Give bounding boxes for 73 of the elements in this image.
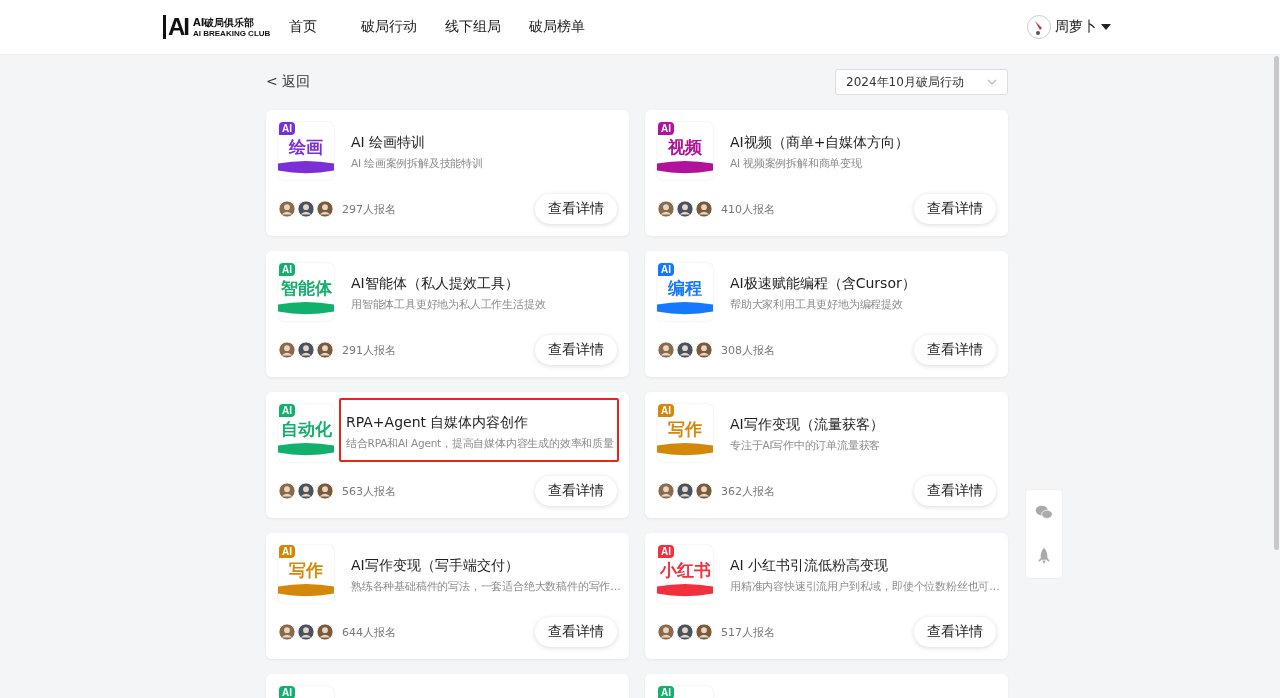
details-button[interactable]: 查看详情 <box>535 335 617 365</box>
details-button[interactable]: 查看详情 <box>535 194 617 224</box>
ai-badge: AI <box>279 263 295 276</box>
details-button[interactable]: 查看详情 <box>914 476 996 506</box>
signup-count: 362人报名 <box>721 483 775 499</box>
signup-count: 410人报名 <box>721 201 775 217</box>
logo-mark: AI <box>163 15 188 39</box>
cover-word: 编程 <box>668 277 702 299</box>
course-description: 熟练各种基础稿件的写法，一套适合绝大数稿件的写作… <box>351 580 621 594</box>
course-title: AI写作变现（流量获客） <box>730 416 884 434</box>
signup-count: 644人报名 <box>342 624 396 640</box>
details-button[interactable]: 查看详情 <box>914 335 996 365</box>
nav-link[interactable]: 破局行动 <box>361 18 417 36</box>
cover-word: 绘画 <box>289 136 323 158</box>
logo-title: AI破局俱乐部 <box>193 16 256 29</box>
cover-band <box>657 583 713 597</box>
course-title: RPA+Agent 自媒体内容创作 <box>346 414 530 432</box>
course-description: 用智能体工具更好地为私人工作生活提效 <box>351 298 546 312</box>
cover-band <box>657 301 713 315</box>
ai-badge: AI <box>658 404 674 417</box>
signup-count: 563人报名 <box>342 483 396 499</box>
cover-band <box>278 160 334 174</box>
course-description: 帮助大家利用工具更好地为编程提效 <box>730 298 904 312</box>
course-description: AI 视频案例拆解和商单变现 <box>730 157 863 171</box>
course-title: AI视频（商单+自媒体方向） <box>730 134 910 152</box>
ai-badge: AI <box>279 686 295 698</box>
ai-badge: AI <box>279 122 295 135</box>
cover-word: 小红书 <box>659 559 711 581</box>
rocket-icon[interactable] <box>1035 547 1053 565</box>
course-title: AI极速赋能编程（含Cursor） <box>730 275 916 293</box>
ai-badge: AI <box>658 545 674 558</box>
signup-count: 308人报名 <box>721 342 775 358</box>
signup-count: 291人报名 <box>342 342 396 358</box>
course-title: AI智能体（私人提效工具） <box>351 275 520 293</box>
ai-badge: AI <box>658 263 674 276</box>
course-description: 专注于AI写作中的订单流量获客 <box>730 439 882 453</box>
back-link[interactable]: < 返回 <box>266 73 311 91</box>
signup-count: 517人报名 <box>721 624 775 640</box>
chevron-icon <box>987 79 997 85</box>
course-description: 结合RPA和AI Agent，提高自媒体内容生成的效率和质量 <box>346 437 614 451</box>
cover-word: 视频 <box>668 136 702 158</box>
logo-subtitle: AI BREAKING CLUB <box>193 28 271 38</box>
details-button[interactable]: 查看详情 <box>535 476 617 506</box>
chat-icon[interactable] <box>1035 503 1053 521</box>
course-description: 用精准内容快速引流用户到私域，即使个位数粉丝也可… <box>730 580 1000 594</box>
cover-word: 写作 <box>668 418 702 440</box>
cover-word: 写作 <box>289 559 323 581</box>
cover-band <box>278 583 334 597</box>
cover-band <box>278 301 334 315</box>
nav-link[interactable]: 线下组局 <box>445 18 501 36</box>
nav-link[interactable]: 破局榜单 <box>529 18 585 36</box>
cover-word: 智能体 <box>280 277 332 299</box>
cover-band <box>278 442 334 456</box>
ai-badge: AI <box>279 404 295 417</box>
details-button[interactable]: 查看详情 <box>914 617 996 647</box>
signup-count: 297人报名 <box>342 201 396 217</box>
ai-badge: AI <box>658 686 674 698</box>
scrollbar[interactable] <box>1274 56 1279 550</box>
ai-badge: AI <box>279 545 295 558</box>
ai-badge: AI <box>658 122 674 135</box>
details-button[interactable]: 查看详情 <box>914 194 996 224</box>
cover-band <box>657 442 713 456</box>
course-title: AI写作变现（写手端交付） <box>351 557 520 575</box>
course-title: AI 绘画特训 <box>351 134 427 152</box>
details-button[interactable]: 查看详情 <box>535 617 617 647</box>
nav-link[interactable]: 首页 <box>289 18 317 36</box>
caret-icon[interactable] <box>1101 24 1111 30</box>
cover-word: 自动化 <box>280 418 332 440</box>
cover-band <box>657 160 713 174</box>
course-description: AI 绘画案例拆解及技能特训 <box>351 157 483 171</box>
user-name[interactable]: 周萝卜 <box>1055 18 1097 36</box>
period-select[interactable]: 2024年10月破局行动 <box>835 69 1008 95</box>
course-title: AI 小红书引流低粉高变现 <box>730 557 890 575</box>
